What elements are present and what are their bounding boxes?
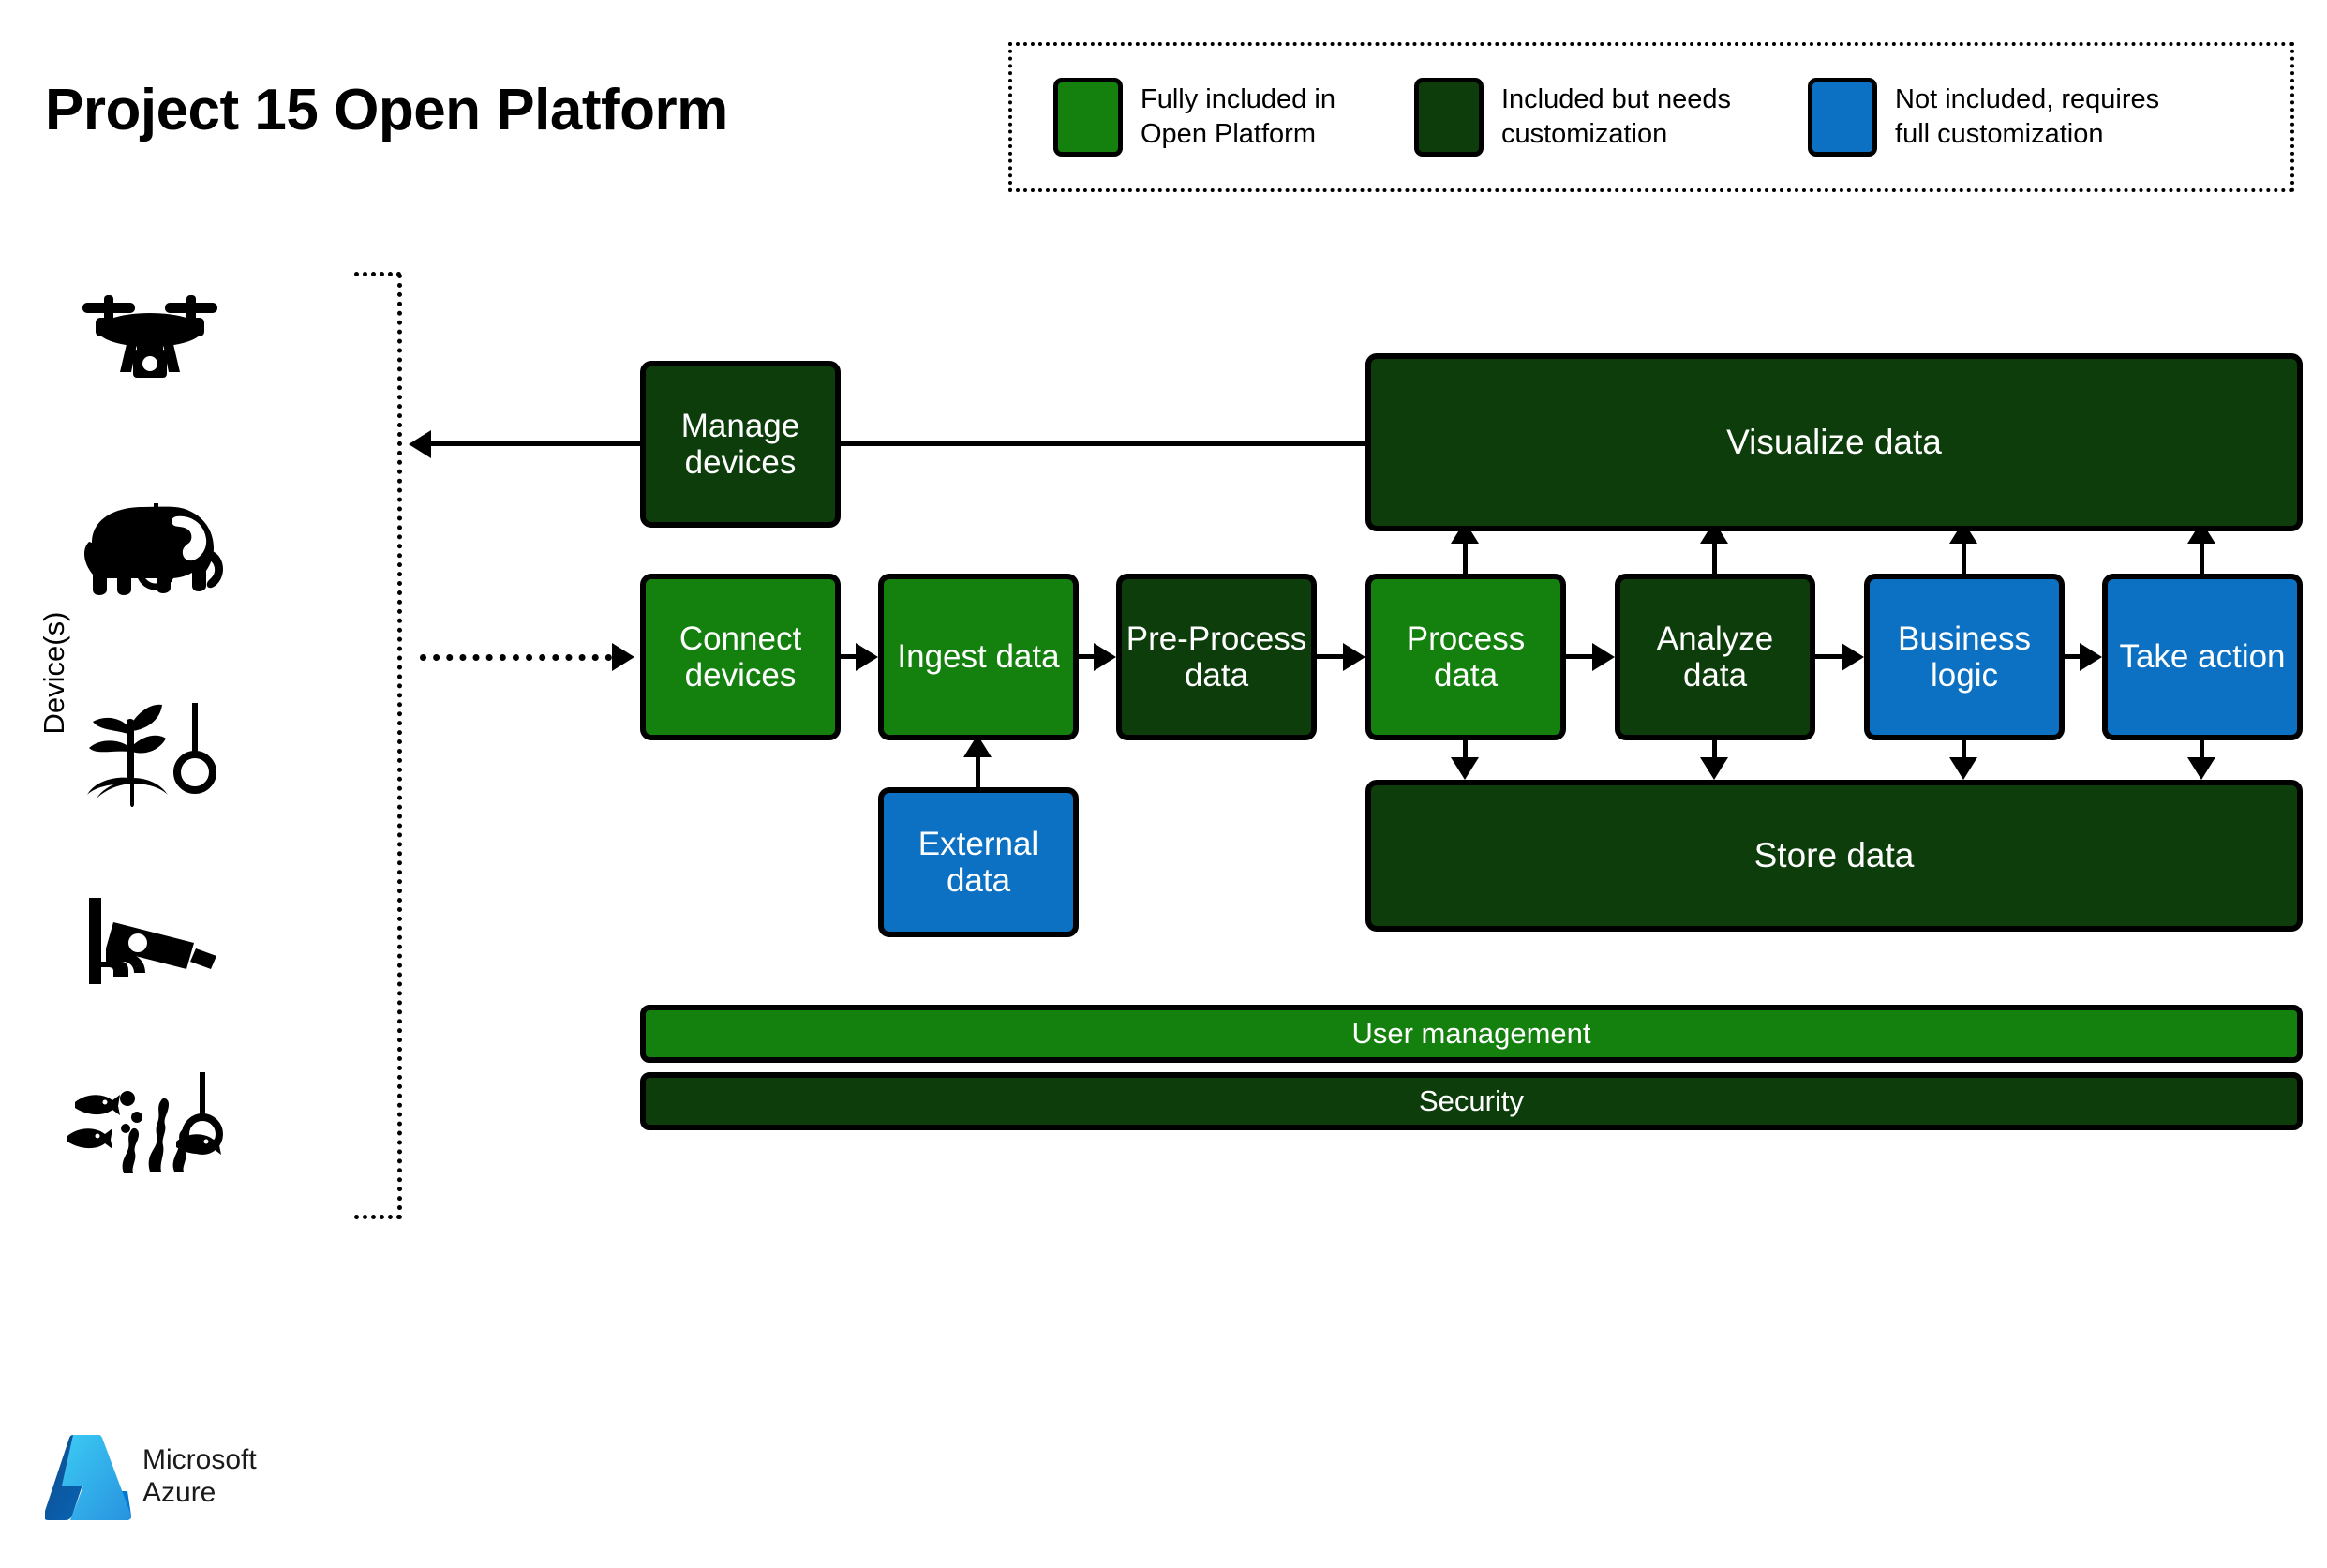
legend: Fully included in Open Platform Included… [1008, 42, 2294, 192]
node-manage-devices[interactable]: Manage devices [640, 361, 841, 528]
legend-swatch-green [1053, 78, 1123, 157]
arrowhead-into-business-logic [1842, 643, 1864, 671]
node-security[interactable]: Security [640, 1072, 2303, 1130]
arrowhead-store-from-business [1949, 757, 1977, 780]
arrowhead-into-process-data [1343, 643, 1365, 671]
arrowhead-into-connect-devices [612, 643, 634, 671]
arrowhead-into-pre-process-data [1094, 643, 1116, 671]
device-boundary-top-tick [354, 272, 401, 276]
connector-manage-to-devices [431, 441, 640, 446]
arrowhead-into-analyze-data [1592, 643, 1615, 671]
node-store-data[interactable]: Store data [1365, 780, 2303, 932]
legend-item-fully-included: Fully included in Open Platform [1053, 78, 1335, 157]
connector-business-to-take-action [2065, 654, 2080, 659]
connector-process-to-store [1463, 739, 1468, 759]
arrowhead-into-devices [409, 430, 431, 458]
node-visualize-data[interactable]: Visualize data [1365, 353, 2303, 531]
connector-analyze-to-business [1815, 654, 1842, 659]
underwater-fish-sensor-icon [56, 1068, 244, 1181]
connector-analyze-to-visualize [1712, 542, 1717, 575]
legend-item-needs-customization: Included but needs customization [1413, 78, 1732, 157]
node-external-data[interactable]: External data [878, 787, 1079, 937]
elephant-tracker-icon [56, 492, 244, 609]
connector-visualize-to-manage [841, 441, 1365, 446]
plant-sensor-icon [56, 694, 244, 815]
legend-item-not-included: Not included, requires full customizatio… [1808, 78, 2159, 157]
legend-label-needs-customization: Included but needs customization [1500, 83, 1732, 149]
connector-connect-to-ingest [841, 654, 856, 659]
arrowhead-into-take-action [2080, 643, 2102, 671]
node-take-action[interactable]: Take action [2102, 574, 2303, 740]
security-camera-icon [56, 890, 244, 998]
connector-process-to-analyze [1566, 654, 1592, 659]
azure-logo-icon [45, 1435, 131, 1520]
connector-take-action-to-visualize [2200, 542, 2204, 575]
node-user-management[interactable]: User management [640, 1005, 2303, 1063]
arrowhead-into-ingest-data [856, 643, 878, 671]
connector-preprocess-to-process [1317, 654, 1343, 659]
arrowhead-store-from-analyze [1700, 757, 1728, 780]
node-pre-process-data[interactable]: Pre-Process data [1116, 574, 1317, 740]
connector-devices-to-connect [420, 654, 612, 661]
microsoft-azure-logo: Microsoft Azure [45, 1429, 257, 1523]
connector-analyze-to-store [1712, 739, 1717, 759]
node-process-data[interactable]: Process data [1365, 574, 1566, 740]
node-business-logic[interactable]: Business logic [1864, 574, 2065, 740]
drone-icon [56, 286, 244, 403]
node-ingest-data[interactable]: Ingest data [878, 574, 1079, 740]
legend-swatch-dark-green [1413, 78, 1484, 157]
connector-process-to-visualize [1463, 542, 1468, 575]
azure-brand-text: Microsoft Azure [142, 1443, 257, 1508]
legend-label-not-included: Not included, requires full customizatio… [1895, 83, 2160, 149]
legend-label-fully-included: Fully included in Open Platform [1141, 83, 1335, 149]
connector-business-to-visualize [1962, 542, 1966, 575]
page-title: Project 15 Open Platform [45, 78, 728, 142]
node-analyze-data[interactable]: Analyze data [1615, 574, 1815, 740]
arrowhead-store-from-process [1451, 757, 1479, 780]
connector-ingest-to-preprocess [1079, 654, 1094, 659]
device-boundary-bottom-tick [354, 1215, 401, 1219]
connector-take-action-to-store [2200, 739, 2204, 759]
device-boundary-line [397, 274, 402, 1220]
connector-business-to-store [1962, 739, 1966, 759]
legend-swatch-blue [1808, 78, 1878, 157]
arrowhead-store-from-take-action [2187, 757, 2215, 780]
node-connect-devices[interactable]: Connect devices [640, 574, 841, 740]
